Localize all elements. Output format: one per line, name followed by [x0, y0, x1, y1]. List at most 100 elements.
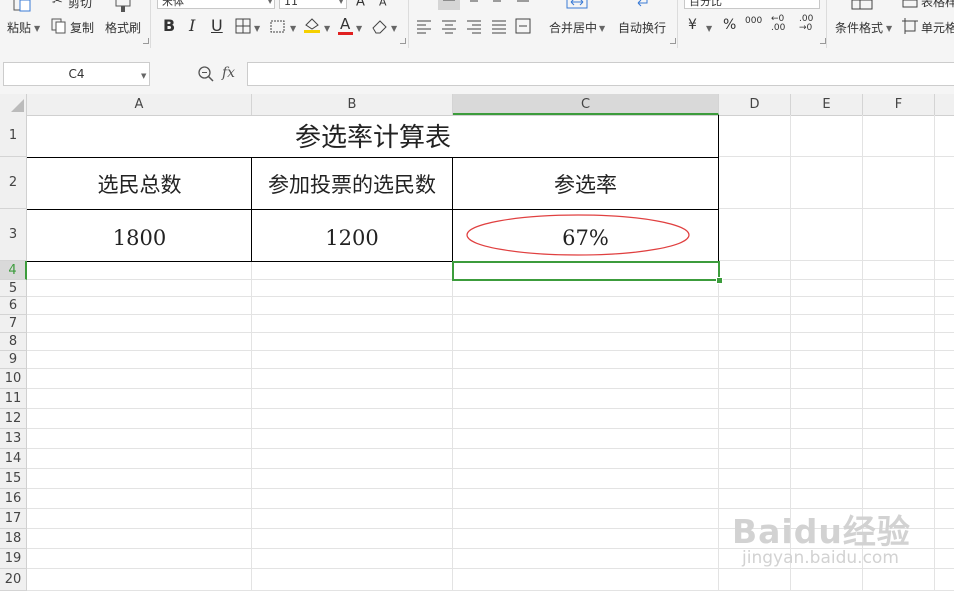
italic-button[interactable]: I: [189, 16, 195, 35]
column-header-c[interactable]: C: [453, 94, 719, 115]
fx-button[interactable]: fx: [222, 65, 235, 81]
row-header[interactable]: 8: [0, 333, 27, 351]
table-style-icon[interactable]: [902, 0, 918, 8]
number-format-select[interactable]: 百分比: [684, 0, 820, 9]
font-color-icon[interactable]: A: [340, 15, 350, 33]
row-header[interactable]: 13: [0, 429, 27, 449]
font-name-select[interactable]: 宋体: [157, 0, 275, 9]
justify-icon[interactable]: [491, 18, 507, 34]
fill-color-icon[interactable]: [303, 16, 321, 34]
fill-color-dropdown-icon[interactable]: ▼: [324, 24, 330, 33]
row-header[interactable]: 9: [0, 351, 27, 369]
font-launcher-icon[interactable]: [400, 38, 406, 44]
row-header[interactable]: 10: [0, 369, 27, 389]
border-icon[interactable]: [235, 18, 251, 34]
paste-icon[interactable]: [12, 0, 32, 12]
wrap-text-icon[interactable]: [630, 0, 652, 10]
distributed-icon[interactable]: [515, 18, 531, 34]
row-header[interactable]: 19: [0, 549, 27, 569]
table-title-cell[interactable]: 参选率计算表: [28, 116, 718, 157]
currency-format-button[interactable]: ¥: [688, 17, 697, 33]
column-header-a[interactable]: A: [27, 94, 252, 115]
header-cell-c2[interactable]: 参选率: [453, 158, 718, 209]
column-header-e[interactable]: E: [791, 94, 863, 115]
align-center-icon[interactable]: [441, 18, 457, 34]
font-name-dropdown-icon[interactable]: ▼: [267, 0, 273, 5]
row-header[interactable]: 15: [0, 469, 27, 489]
orientation-icon[interactable]: [515, 0, 531, 8]
clear-dropdown-icon[interactable]: ▼: [391, 24, 397, 33]
scissors-icon[interactable]: ✂: [52, 0, 63, 9]
row-header[interactable]: 5: [0, 280, 27, 297]
select-all-corner[interactable]: [0, 94, 27, 115]
copy-button[interactable]: 复制: [70, 19, 94, 36]
align-bottom-icon[interactable]: [491, 0, 507, 8]
eraser-icon[interactable]: [371, 18, 389, 34]
currency-dropdown-icon[interactable]: ▼: [706, 24, 712, 33]
font-size-select[interactable]: 11: [279, 0, 347, 9]
decrease-font-icon[interactable]: A-: [379, 0, 389, 9]
merge-center-dropdown-icon[interactable]: ▼: [599, 24, 605, 33]
selected-cell-c4[interactable]: [452, 261, 720, 281]
row-header[interactable]: 18: [0, 529, 27, 549]
name-box[interactable]: C4: [3, 62, 150, 86]
cell-style-icon[interactable]: [902, 18, 918, 34]
column-header-b[interactable]: B: [252, 94, 453, 115]
header-cell-a2[interactable]: 选民总数: [28, 158, 251, 209]
cell-style-button[interactable]: 单元格: [921, 19, 954, 36]
fill-handle[interactable]: [716, 277, 723, 284]
row-header[interactable]: 14: [0, 449, 27, 469]
align-left-icon[interactable]: [416, 18, 432, 34]
format-painter-icon[interactable]: [114, 0, 132, 12]
row-header[interactable]: 20: [0, 569, 27, 591]
row-header[interactable]: 1: [0, 115, 27, 157]
alignment-launcher-icon[interactable]: [670, 38, 676, 44]
row-header[interactable]: 16: [0, 489, 27, 509]
formula-input[interactable]: [247, 62, 954, 86]
thousands-format-button[interactable]: 000: [745, 16, 762, 26]
bold-button[interactable]: B: [163, 16, 175, 35]
fill-style-icon[interactable]: [270, 18, 286, 34]
conditional-format-icon[interactable]: [851, 0, 873, 10]
row-header[interactable]: 7: [0, 315, 27, 333]
cut-button[interactable]: 剪切: [68, 0, 92, 11]
row-header[interactable]: 3: [0, 209, 27, 261]
column-header-g[interactable]: [935, 94, 954, 115]
increase-font-icon[interactable]: A+: [356, 0, 371, 9]
underline-button[interactable]: U: [211, 16, 223, 35]
fill-style-dropdown-icon[interactable]: ▼: [290, 24, 296, 33]
font-size-dropdown-icon[interactable]: ▼: [338, 0, 344, 5]
decrease-decimal-icon[interactable]: .00 →0: [799, 15, 813, 33]
value-cell-b3[interactable]: 1200: [252, 210, 452, 261]
header-cell-b2[interactable]: 参加投票的选民数: [252, 158, 452, 209]
merge-center-button[interactable]: 合并居中: [549, 19, 597, 36]
paste-button[interactable]: 粘贴: [7, 19, 31, 36]
conditional-format-button[interactable]: 条件格式: [835, 19, 883, 36]
column-header-d[interactable]: D: [719, 94, 791, 115]
align-top-icon[interactable]: [438, 0, 460, 10]
value-cell-a3[interactable]: 1800: [28, 210, 251, 261]
wrap-text-button[interactable]: 自动换行: [618, 19, 666, 36]
zoom-icon[interactable]: [197, 65, 215, 83]
row-header[interactable]: 17: [0, 509, 27, 529]
merge-center-icon[interactable]: [566, 0, 588, 9]
font-color-dropdown-icon[interactable]: ▼: [356, 24, 362, 33]
copy-icon[interactable]: [51, 18, 67, 34]
percent-format-button[interactable]: %: [723, 17, 736, 33]
name-box-dropdown-icon[interactable]: ▼: [141, 72, 146, 80]
align-right-icon[interactable]: [466, 18, 482, 34]
border-dropdown-icon[interactable]: ▼: [254, 24, 260, 33]
conditional-format-dropdown-icon[interactable]: ▼: [886, 24, 892, 33]
paste-dropdown-icon[interactable]: ▼: [34, 24, 40, 33]
clipboard-launcher-icon[interactable]: [143, 38, 149, 44]
row-header[interactable]: 6: [0, 297, 27, 315]
column-header-f[interactable]: F: [863, 94, 935, 115]
row-header[interactable]: 11: [0, 389, 27, 409]
table-style-button[interactable]: 表格样式: [921, 0, 954, 10]
format-painter-button[interactable]: 格式刷: [105, 19, 141, 36]
row-header[interactable]: 2: [0, 157, 27, 209]
increase-decimal-icon[interactable]: ←0.00: [771, 15, 785, 33]
row-header[interactable]: 12: [0, 409, 27, 429]
row-header[interactable]: 4: [0, 261, 27, 280]
align-middle-icon[interactable]: [466, 0, 482, 8]
